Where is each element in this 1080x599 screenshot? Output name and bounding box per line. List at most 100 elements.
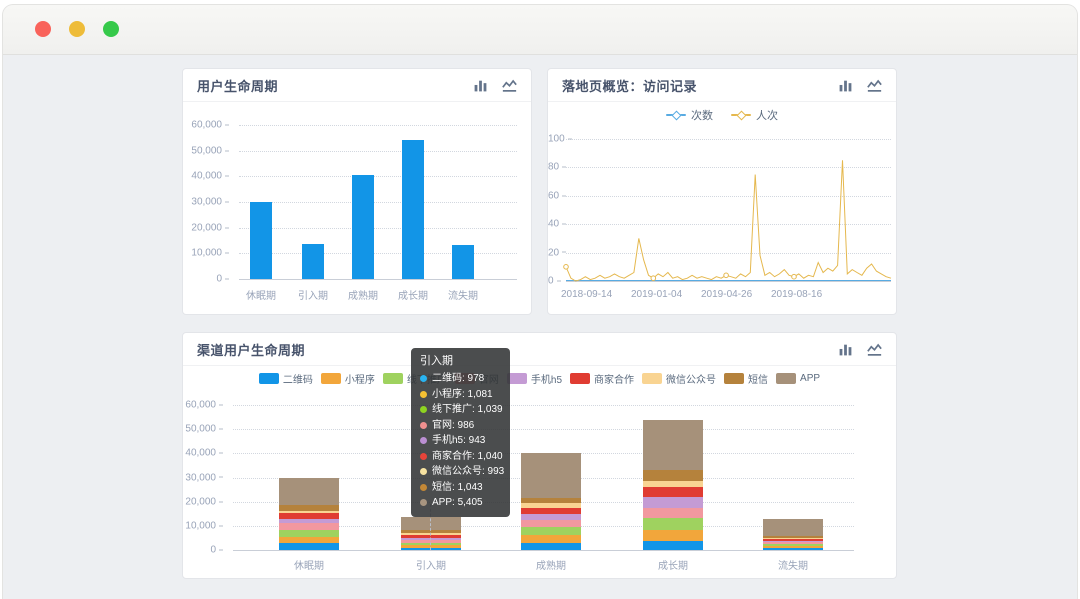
legend-item-线下推广[interactable]: 线下推广 [383,371,447,386]
minimize-button[interactable] [69,21,85,37]
app-window: 用户生命周期 60,00050,00040,00030,00020,00010,… [3,5,1077,599]
stack-segment-手机h5[interactable] [763,541,823,542]
stack-segment-短信[interactable] [401,530,461,533]
stack-segment-微信公众号[interactable] [401,533,461,535]
stack-segment-线下推广[interactable] [643,518,703,530]
legend-label: 手机h5 [531,371,562,386]
legend-item-微信公众号[interactable]: 微信公众号 [642,371,716,386]
stack-segment-官网[interactable] [643,508,703,518]
stack-segment-手机h5[interactable] [521,514,581,520]
stack-segment-二维码[interactable] [401,548,461,550]
x-axis-label: 成熟期 [348,287,378,302]
stack-segment-短信[interactable] [643,470,703,481]
stack-segment-短信[interactable] [279,505,339,511]
stack-segment-微信公众号[interactable] [643,481,703,487]
window-controls [35,21,119,37]
stack-segment-线下推广[interactable] [763,544,823,546]
legend-chip [259,373,279,384]
legend-label: 小程序 [345,371,375,386]
toolbox [838,342,882,357]
zoom-button[interactable] [103,21,119,37]
legend-label: 商家合作 [594,371,634,386]
stack-segment-二维码[interactable] [763,548,823,550]
stack-segment-线下推广[interactable] [521,527,581,535]
stack-segment-商家合作[interactable] [763,539,823,541]
stack-segment-官网[interactable] [763,542,823,544]
bar-chart-icon[interactable] [838,342,853,357]
data-point-marker[interactable] [564,265,569,270]
stack-segment-商家合作[interactable] [401,535,461,538]
line-chart-icon[interactable] [867,78,882,93]
bar[interactable] [352,175,374,279]
stack-segment-小程序[interactable] [643,530,703,541]
stack-segment-二维码[interactable] [279,543,339,550]
stack-segment-官网[interactable] [279,523,339,530]
stack-segment-APP[interactable] [521,453,581,498]
stack-segment-二维码[interactable] [643,541,703,550]
y-axis-tick-label: 0 [183,545,223,556]
stack-segment-微信公众号[interactable] [763,538,823,539]
card-title: 落地页概览：访问记录 [562,76,838,95]
y-axis-tick-label: 30,000 [183,197,229,208]
stack-segment-小程序[interactable] [279,537,339,543]
stack-segment-APP[interactable] [643,420,703,471]
stack-segment-手机h5[interactable] [643,497,703,508]
y-axis-tick-label: 60,000 [183,120,229,131]
stack-segment-官网[interactable] [521,520,581,527]
stack-segment-APP[interactable] [279,478,339,506]
x-axis-label: 2019-08-16 [771,289,822,300]
data-point-marker[interactable] [792,274,797,279]
legend-item-二维码[interactable]: 二维码 [259,371,313,386]
bar[interactable] [402,140,424,279]
stack-segment-微信公众号[interactable] [279,511,339,513]
stack-segment-微信公众号[interactable] [521,503,581,507]
stack-segment-线下推广[interactable] [279,530,339,537]
stack-segment-手机h5[interactable] [401,538,461,540]
bar[interactable] [452,245,474,279]
bar[interactable] [302,244,324,279]
bar-chart-icon[interactable] [473,78,488,93]
bar[interactable] [250,202,272,279]
close-button[interactable] [35,21,51,37]
legend-item-商家合作[interactable]: 商家合作 [570,371,634,386]
line-chart-icon[interactable] [867,342,882,357]
x-axis-label: 成长期 [658,557,688,572]
tooltip-axis-pointer [430,504,431,550]
stack-segment-小程序[interactable] [401,545,461,548]
legend-item-小程序[interactable]: 小程序 [321,371,375,386]
stack-segment-APP[interactable] [763,519,823,537]
stack-segment-商家合作[interactable] [643,487,703,497]
stack-segment-小程序[interactable] [763,546,823,547]
data-point-marker[interactable] [724,273,729,278]
stack-segment-APP[interactable] [401,517,461,530]
bar-chart-icon[interactable] [838,78,853,93]
line-chart-icon[interactable] [502,78,517,93]
line-chart: 100806040200次数人次2018-09-142019-01-042019… [548,103,896,314]
stack-segment-官网[interactable] [401,540,461,542]
legend-chip [724,373,744,384]
stack-segment-商家合作[interactable] [279,513,339,519]
legend-label: 短信 [748,371,768,386]
legend: 二维码 小程序线下推广官网 手机h5 商家合作微信公众号 短信 APP [183,371,896,386]
x-axis-label: 2018-09-14 [561,289,612,300]
stack-segment-小程序[interactable] [521,535,581,543]
titlebar [3,5,1077,55]
stack-segment-短信[interactable] [763,536,823,537]
stack-segment-手机h5[interactable] [279,519,339,523]
line-series-人次[interactable] [566,160,891,281]
legend-item-官网[interactable]: 官网 [455,371,499,386]
legend-item-手机h5[interactable]: 手机h5 [507,371,562,386]
stack-segment-线下推广[interactable] [401,543,461,546]
y-axis-tick-label: 20,000 [183,222,229,233]
stack-segment-二维码[interactable] [521,543,581,550]
data-point-marker[interactable] [651,276,656,281]
y-axis-tick-label: 40,000 [183,448,223,459]
legend-item-APP[interactable]: APP [776,373,820,384]
legend-chip [570,373,590,384]
stack-segment-短信[interactable] [521,498,581,503]
x-axis-label: 流失期 [778,557,808,572]
legend-chip [321,373,341,384]
stack-segment-商家合作[interactable] [521,508,581,514]
legend-item-短信[interactable]: 短信 [724,371,768,386]
card-channel-user-lifecycle: 渠道用户生命周期 60,00050,00040,00030,00020,0001… [182,332,897,579]
